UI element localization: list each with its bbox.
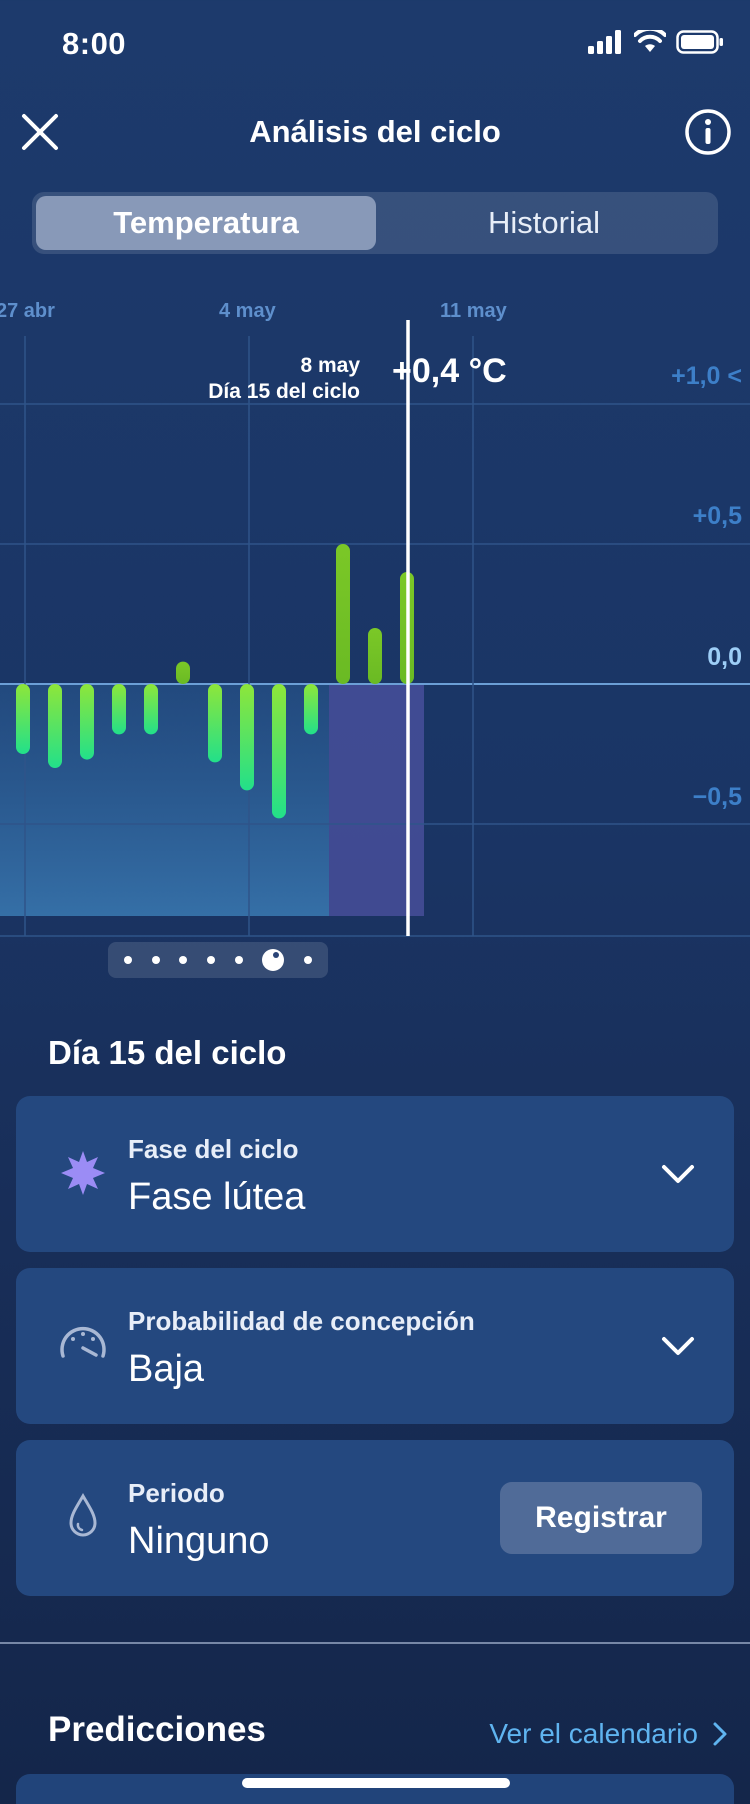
page-dot[interactable] bbox=[179, 956, 188, 964]
status-time: 8:00 bbox=[62, 26, 127, 61]
wifi-icon bbox=[634, 30, 666, 52]
conception-probability-card[interactable]: Probabilidad de concepción Baja bbox=[16, 1268, 734, 1424]
view-calendar-link[interactable]: Ver el calendario bbox=[489, 1718, 728, 1750]
chart-bar bbox=[176, 661, 190, 684]
selected-cycle-day: Día 15 del ciclo bbox=[208, 380, 360, 403]
chart-bar bbox=[144, 684, 158, 735]
y-tick-label: +0,5 bbox=[692, 502, 742, 530]
card-label: Periodo bbox=[128, 1478, 225, 1508]
card-value: Baja bbox=[128, 1348, 205, 1390]
card-label: Fase del ciclo bbox=[128, 1134, 299, 1164]
chevron-down-icon[interactable] bbox=[658, 1154, 698, 1194]
period-card: Periodo Ninguno Registrar bbox=[16, 1440, 734, 1596]
card-label: Probabilidad de concepción bbox=[128, 1306, 475, 1336]
chart-bar bbox=[16, 684, 30, 754]
divider bbox=[0, 1642, 750, 1644]
tab-historial[interactable]: Historial bbox=[374, 196, 714, 250]
predictions-title: Predicciones bbox=[48, 1710, 266, 1749]
y-tick-label: +1,0 < bbox=[671, 362, 742, 390]
chart-bar bbox=[112, 684, 126, 735]
selected-date: 8 may bbox=[300, 354, 360, 377]
page-dot[interactable] bbox=[123, 956, 132, 964]
page-dot[interactable] bbox=[206, 956, 215, 964]
chart-bar bbox=[48, 684, 62, 768]
drop-icon bbox=[69, 1493, 97, 1537]
selected-temperature: +0,4 °C bbox=[392, 352, 507, 390]
header: Análisis del ciclo bbox=[0, 100, 750, 164]
page-dot[interactable] bbox=[234, 956, 243, 964]
page-title: Análisis del ciclo bbox=[249, 114, 501, 149]
chart-bar bbox=[240, 684, 254, 791]
battery-icon bbox=[676, 30, 723, 54]
chevron-down-icon[interactable] bbox=[658, 1326, 698, 1366]
tab-temperatura[interactable]: Temperatura bbox=[36, 196, 376, 250]
cycle-day-title: Día 15 del ciclo bbox=[48, 1034, 287, 1071]
card-value: Fase lútea bbox=[128, 1176, 306, 1218]
chart-bar bbox=[272, 684, 286, 819]
temperature-chart[interactable]: 27 abr 4 may 11 may 8 may Día 15 del cic… bbox=[0, 280, 750, 980]
register-period-button[interactable]: Registrar bbox=[500, 1482, 702, 1554]
chart-pager[interactable] bbox=[108, 942, 328, 978]
chart-canvas[interactable] bbox=[0, 280, 750, 980]
chart-bar bbox=[304, 684, 318, 735]
signal-icon bbox=[588, 30, 621, 54]
cycle-phase-card[interactable]: Fase del ciclo Fase lútea bbox=[16, 1096, 734, 1252]
chart-bar bbox=[80, 684, 94, 760]
gauge-icon bbox=[60, 1326, 106, 1358]
card-value: Ninguno bbox=[128, 1520, 270, 1562]
chart-bar bbox=[336, 544, 350, 684]
star-burst-icon bbox=[61, 1151, 105, 1195]
status-icons bbox=[588, 30, 724, 54]
y-tick-label: 0,0 bbox=[707, 643, 742, 671]
date-label: 27 abr bbox=[0, 300, 55, 322]
chart-bar bbox=[208, 684, 222, 763]
status-bar: 8:00 bbox=[0, 0, 750, 92]
view-calendar-label[interactable]: Ver el calendario bbox=[489, 1718, 698, 1750]
page-dot-active[interactable] bbox=[262, 949, 285, 971]
page-dot[interactable] bbox=[304, 956, 313, 964]
chart-bar bbox=[368, 628, 382, 684]
date-label: 11 may bbox=[440, 300, 507, 322]
page-dot[interactable] bbox=[151, 956, 160, 964]
info-icon[interactable] bbox=[684, 108, 732, 156]
home-indicator bbox=[242, 1778, 510, 1788]
chevron-right-icon[interactable] bbox=[712, 1721, 728, 1747]
segmented-control: Temperatura Historial bbox=[32, 192, 718, 254]
date-label: 4 may bbox=[219, 300, 276, 322]
y-tick-label: −0,5 bbox=[692, 783, 742, 811]
